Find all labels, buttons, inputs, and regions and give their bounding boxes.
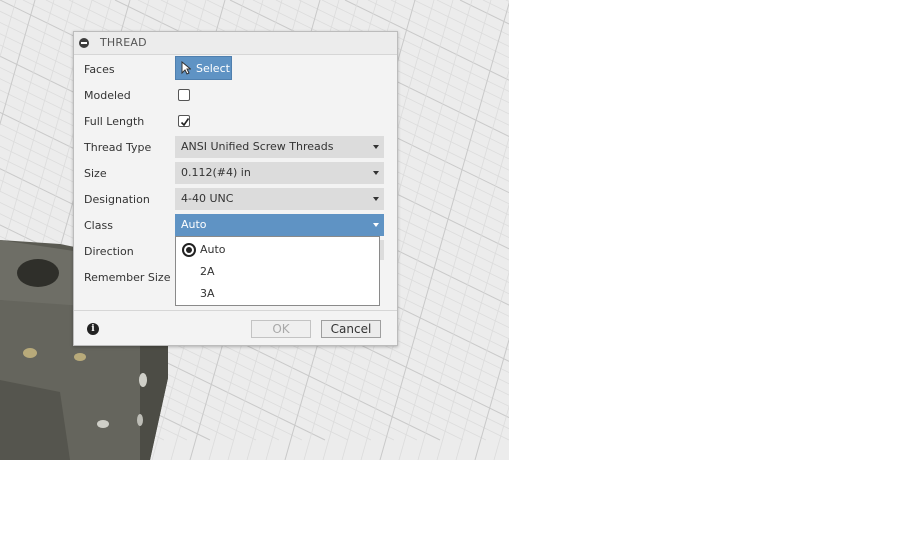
dropdown-arrow-icon [373, 223, 379, 227]
designation-label: Designation [84, 193, 150, 206]
class-option-2a[interactable]: 2A [176, 260, 379, 282]
thread-type-value: ANSI Unified Screw Threads [181, 140, 334, 153]
size-dropdown[interactable]: 0.112(#4) in [175, 162, 384, 184]
dialog-titlebar[interactable]: THREAD [74, 32, 397, 55]
full-length-label: Full Length [84, 115, 145, 128]
direction-label: Direction [84, 245, 134, 258]
radio-selected-icon [182, 243, 196, 257]
dropdown-arrow-icon [373, 171, 379, 175]
class-option-label: 2A [200, 265, 215, 278]
designation-dropdown[interactable]: 4-40 UNC [175, 188, 384, 210]
size-label: Size [84, 167, 107, 180]
ok-button[interactable]: OK [251, 320, 311, 338]
class-value: Auto [181, 218, 207, 231]
thread-dialog: THREAD Faces Select Modeled Full Length … [73, 31, 398, 346]
checkmark-icon [180, 118, 190, 127]
designation-value: 4-40 UNC [181, 192, 234, 205]
class-option-3a[interactable]: 3A [176, 282, 379, 304]
class-option-label: Auto [200, 243, 226, 256]
class-options-list: Auto 2A 3A [175, 236, 380, 306]
faces-label: Faces [84, 63, 115, 76]
size-value: 0.112(#4) in [181, 166, 251, 179]
faces-select-button[interactable]: Select [175, 56, 232, 80]
class-label: Class [84, 219, 113, 232]
dialog-footer: i OK Cancel [74, 310, 397, 346]
cursor-arrow-icon [181, 61, 191, 75]
class-option-label: 3A [200, 287, 215, 300]
dialog-title: THREAD [100, 36, 147, 49]
info-icon[interactable]: i [87, 323, 99, 335]
faces-select-label: Select [196, 62, 230, 75]
class-dropdown[interactable]: Auto [175, 214, 384, 236]
dropdown-arrow-icon [373, 145, 379, 149]
modeled-checkbox[interactable] [178, 89, 190, 101]
thread-type-label: Thread Type [84, 141, 152, 154]
thread-type-dropdown[interactable]: ANSI Unified Screw Threads [175, 136, 384, 158]
modeled-label: Modeled [84, 89, 131, 102]
collapse-icon[interactable] [79, 38, 89, 48]
cancel-button[interactable]: Cancel [321, 320, 381, 338]
remember-size-label: Remember Size [84, 271, 171, 284]
full-length-checkbox[interactable] [178, 115, 190, 127]
dropdown-arrow-icon [373, 197, 379, 201]
class-option-auto[interactable]: Auto [176, 238, 379, 260]
